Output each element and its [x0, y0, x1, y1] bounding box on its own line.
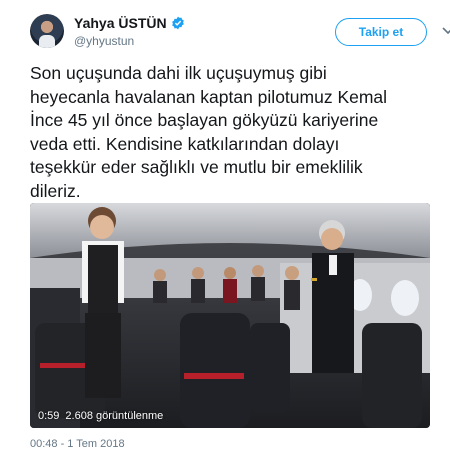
chevron-down-icon[interactable]	[442, 26, 450, 36]
follow-button[interactable]: Takip et	[335, 18, 427, 46]
video-frame	[30, 203, 430, 428]
verified-badge-icon	[171, 16, 184, 30]
video-meta: 0:59 2.608 görüntülenme	[38, 410, 163, 422]
video-duration: 0:59	[38, 410, 60, 422]
tweet-text: Son uçuşunda dahi ilk uçuşuymuş gibi hey…	[30, 63, 388, 201]
tweet-timestamp[interactable]: 00:48 - 1 Tem 2018	[30, 438, 125, 450]
display-name[interactable]: Yahya ÜSTÜN	[74, 15, 167, 31]
video-views: 2.608 görüntülenme	[65, 410, 164, 422]
video-player[interactable]: 0:59 2.608 görüntülenme	[30, 203, 430, 428]
user-handle[interactable]: @yhyustun	[74, 34, 134, 48]
tweet-header: Yahya ÜSTÜN @yhyustun Takip et	[30, 14, 450, 54]
name-line: Yahya ÜSTÜN	[74, 15, 185, 31]
avatar[interactable]	[30, 14, 64, 48]
